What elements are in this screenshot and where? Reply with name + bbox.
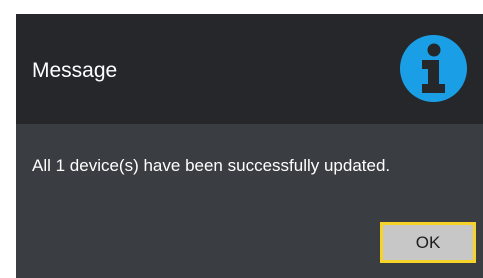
dialog-header: Message [16, 14, 483, 124]
info-icon [400, 35, 467, 102]
ok-button[interactable]: OK [380, 222, 476, 263]
message-dialog: Message All 1 device(s) have been succes… [16, 14, 483, 278]
dialog-title: Message [32, 59, 118, 82]
dialog-message: All 1 device(s) have been successfully u… [32, 156, 391, 175]
